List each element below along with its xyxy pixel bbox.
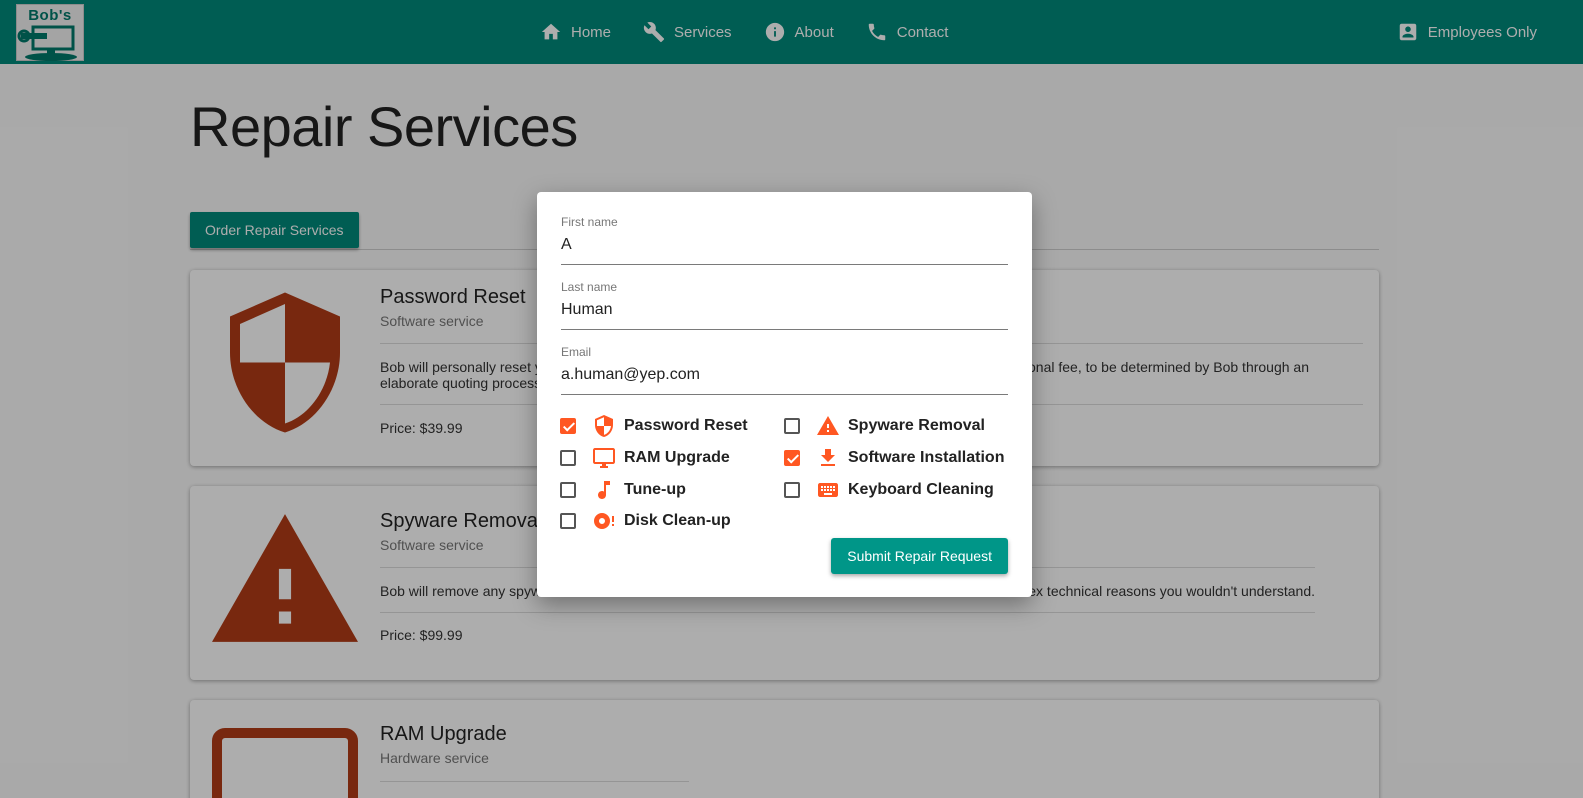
music-note-icon	[592, 478, 616, 502]
service-label: Keyboard Cleaning	[848, 481, 994, 498]
checkbox-unchecked[interactable]	[560, 513, 576, 529]
service-label: Password Reset	[624, 417, 748, 434]
email-value: a.human@yep.com	[561, 366, 700, 383]
warning-icon	[816, 414, 840, 438]
last-name-value: Human	[561, 301, 613, 318]
service-label: Software Installation	[848, 449, 1005, 466]
monitor-icon	[592, 446, 616, 470]
checkbox-unchecked[interactable]	[784, 418, 800, 434]
service-checkbox-password-reset[interactable]: Password Reset	[560, 414, 748, 438]
download-icon	[816, 446, 840, 470]
last-name-label: Last name	[561, 280, 618, 294]
service-label: Tune-up	[624, 481, 686, 498]
service-label: Disk Clean-up	[624, 512, 731, 529]
shield-icon	[592, 414, 616, 438]
last-name-field[interactable]: Last name Human	[561, 280, 1008, 330]
disc-alert-icon	[592, 509, 616, 533]
service-checkbox-keyboard-cleaning[interactable]: Keyboard Cleaning	[784, 478, 994, 502]
checkbox-unchecked[interactable]	[560, 482, 576, 498]
checkbox-unchecked[interactable]	[560, 450, 576, 466]
first-name-value: A	[561, 236, 572, 253]
service-checkbox-tune-up[interactable]: Tune-up	[560, 478, 686, 502]
service-checkbox-ram-upgrade[interactable]: RAM Upgrade	[560, 446, 730, 470]
service-checkbox-software-installation[interactable]: Software Installation	[784, 446, 1004, 470]
email-label: Email	[561, 345, 592, 359]
service-checkbox-disk-clean-up[interactable]: Disk Clean-up	[560, 509, 731, 533]
first-name-label: First name	[561, 215, 618, 229]
service-checkbox-spyware-removal[interactable]: Spyware Removal	[784, 414, 985, 438]
submit-repair-request-button[interactable]: Submit Repair Request	[831, 538, 1008, 574]
keyboard-icon	[816, 478, 840, 502]
checkbox-checked[interactable]	[560, 418, 576, 434]
email-field[interactable]: Email a.human@yep.com	[561, 345, 1008, 395]
service-label: Spyware Removal	[848, 417, 985, 434]
first-name-field[interactable]: First name A	[561, 215, 1008, 265]
service-label: RAM Upgrade	[624, 449, 730, 466]
checkbox-checked[interactable]	[784, 450, 800, 466]
checkbox-unchecked[interactable]	[784, 482, 800, 498]
repair-request-dialog: First name A Last name Human Email a.hum…	[537, 192, 1032, 597]
